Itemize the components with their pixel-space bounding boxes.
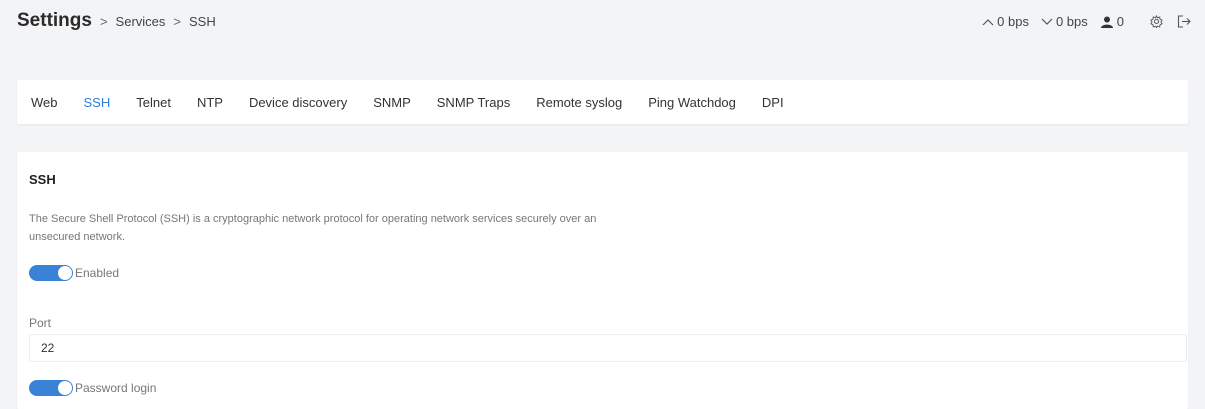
section-description: The Secure Shell Protocol (SSH) is a cry… (29, 213, 597, 243)
tab-device-discovery[interactable]: Device discovery (249, 95, 347, 110)
breadcrumb-ssh: SSH (189, 14, 216, 29)
download-rate: 0 bps (1041, 14, 1088, 29)
upload-rate-value: 0 bps (997, 14, 1029, 29)
toggle-knob (58, 266, 72, 280)
breadcrumb-separator: > (99, 14, 108, 29)
breadcrumb: Settings > Services > SSH (17, 10, 216, 32)
gear-icon (1150, 15, 1163, 28)
logout-icon (1177, 15, 1191, 28)
services-tabs: Web SSH Telnet NTP Device discovery SNMP… (31, 95, 810, 110)
breadcrumb-separator: > (173, 14, 181, 29)
chevron-up-icon (982, 18, 994, 25)
breadcrumb-services[interactable]: Services (116, 14, 166, 29)
user-count-value: 0 (1116, 14, 1124, 29)
tab-telnet[interactable]: Telnet (136, 95, 171, 110)
tab-remote-syslog[interactable]: Remote syslog (536, 95, 622, 110)
password-login-toggle[interactable] (29, 380, 73, 396)
download-rate-value: 0 bps (1055, 14, 1088, 29)
section-title: SSH (29, 172, 56, 187)
user-count: 0 (1100, 14, 1124, 29)
port-label: Port (29, 316, 52, 330)
tab-snmp[interactable]: SNMP (373, 95, 411, 110)
password-login-toggle-row: Password login (29, 380, 156, 396)
toggle-knob (58, 381, 72, 395)
tab-ssh[interactable]: SSH (84, 95, 111, 110)
page-title: Settings (17, 10, 92, 31)
port-input[interactable] (29, 334, 1187, 362)
ssh-settings-panel: SSH The Secure Shell Protocol (SSH) is a… (17, 152, 1188, 409)
services-tabs-card: Web SSH Telnet NTP Device discovery SNMP… (17, 80, 1188, 124)
tab-web[interactable]: Web (31, 95, 58, 110)
tab-ntp[interactable]: NTP (197, 95, 223, 110)
tab-dpi[interactable]: DPI (762, 95, 784, 110)
upload-rate: 0 bps (982, 14, 1029, 29)
settings-button[interactable] (1150, 15, 1163, 28)
tab-ping-watchdog[interactable]: Ping Watchdog (648, 95, 736, 110)
status-area: 0 bps 0 bps 0 (982, 14, 1191, 29)
enabled-toggle-row: Enabled (29, 265, 119, 281)
logout-button[interactable] (1177, 15, 1191, 28)
enabled-label: Enabled (75, 266, 120, 280)
top-bar: Settings > Services > SSH 0 bps 0 bps 0 (0, 0, 1205, 44)
tab-snmp-traps[interactable]: SNMP Traps (437, 95, 510, 110)
user-icon (1100, 16, 1113, 28)
chevron-down-icon (1041, 18, 1053, 25)
enabled-toggle[interactable] (29, 265, 73, 281)
password-login-label: Password login (75, 381, 157, 395)
